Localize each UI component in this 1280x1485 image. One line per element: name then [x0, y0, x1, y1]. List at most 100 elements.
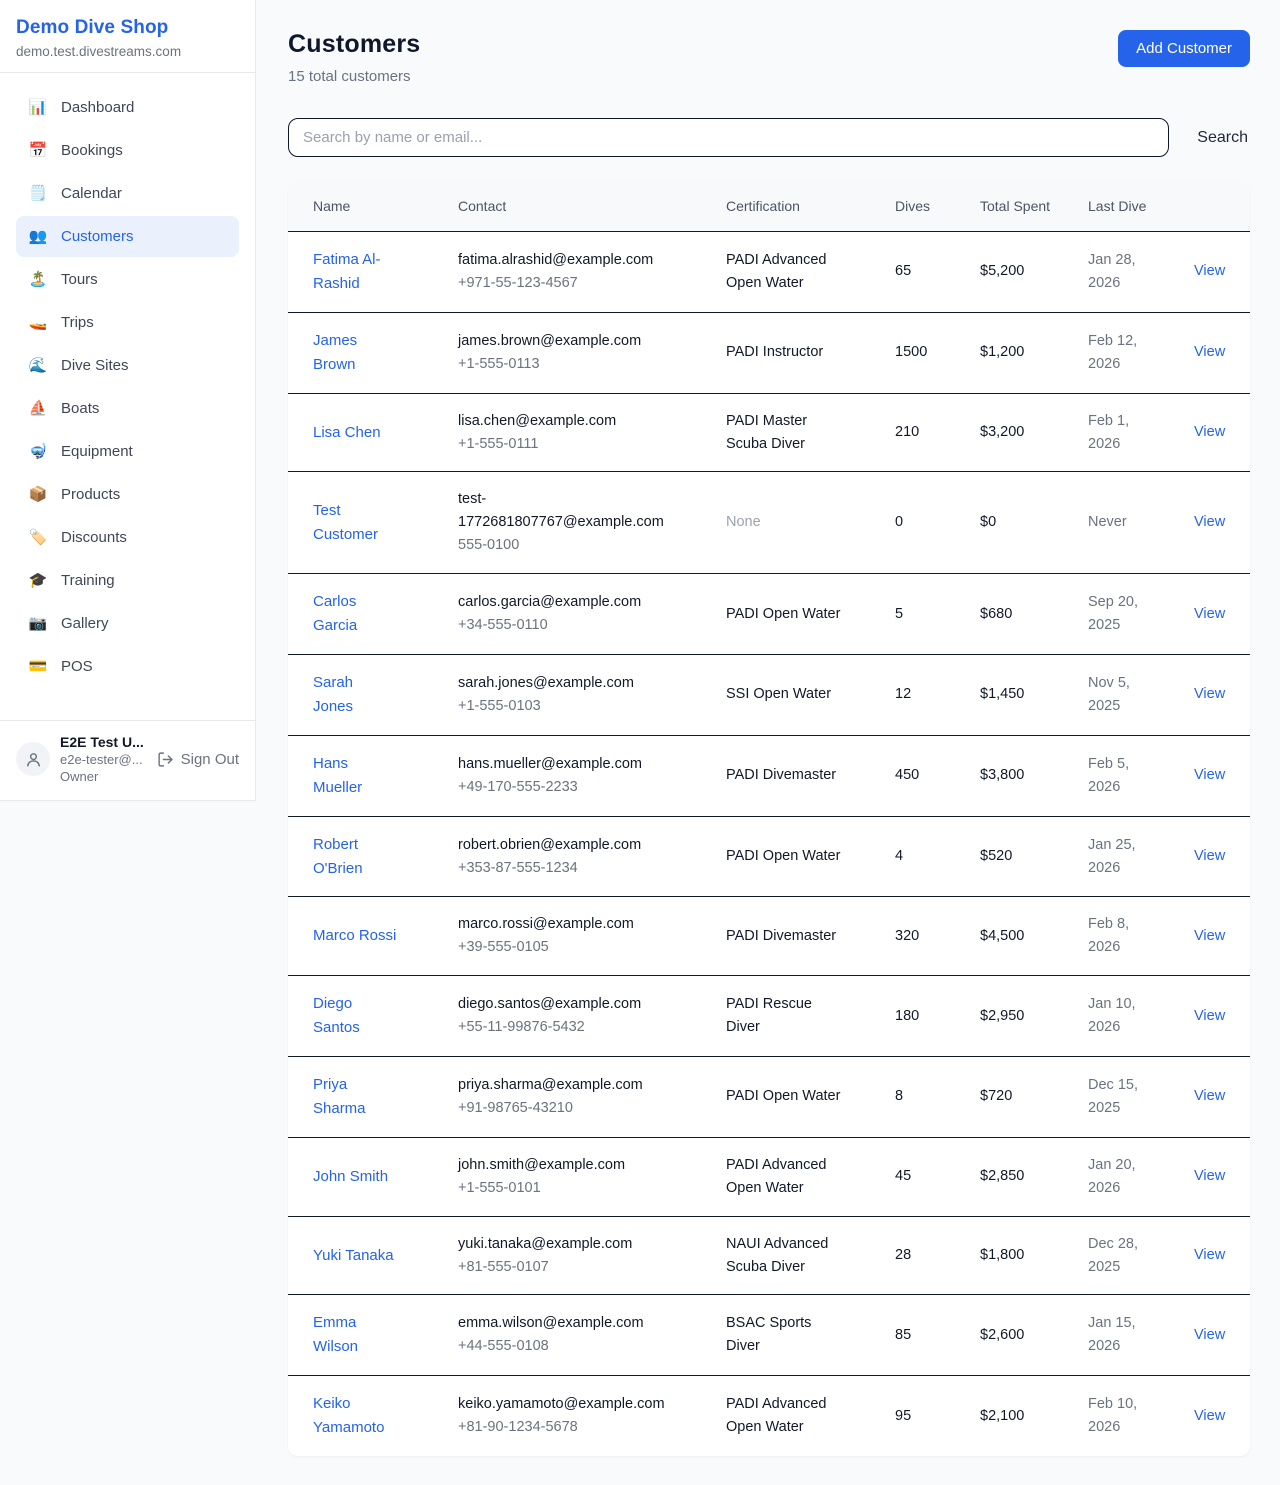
brand-domain: demo.test.divestreams.com	[16, 44, 239, 59]
column-header-dives: Dives	[871, 182, 956, 232]
customer-email: diego.santos@example.com	[458, 993, 668, 1016]
sidebar-nav-item[interactable]: 👥 Customers	[16, 216, 239, 257]
customer-email: john.smith@example.com	[458, 1154, 668, 1177]
customer-name-link[interactable]: Diego Santos	[313, 995, 360, 1036]
customer-total-spent: $720	[980, 1088, 1012, 1104]
customer-name-link[interactable]: Lisa Chen	[313, 424, 381, 441]
customer-total-spent: $1,800	[980, 1247, 1024, 1263]
customer-dives: 180	[895, 1008, 919, 1024]
customer-dives: 12	[895, 686, 911, 702]
sidebar-nav-item[interactable]: 📊 Dashboard	[16, 87, 239, 128]
view-customer-link[interactable]: View	[1194, 1247, 1225, 1263]
customer-dives: 85	[895, 1327, 911, 1343]
sidebar-nav-item-label: Dive Sites	[61, 355, 129, 376]
customer-name-link[interactable]: Yuki Tanaka	[313, 1247, 394, 1264]
sidebar-nav-item[interactable]: 🚤 Trips	[16, 302, 239, 343]
sign-out-label: Sign Out	[181, 751, 239, 768]
customer-last-dive: Feb 10, 2026	[1088, 1396, 1137, 1435]
customer-total-spent: $2,100	[980, 1408, 1024, 1424]
customers-people-icon: 👥	[28, 226, 48, 247]
sidebar-nav-item[interactable]: 📦 Products	[16, 474, 239, 515]
customer-dives: 45	[895, 1168, 911, 1184]
customer-name-link[interactable]: Fatima Al-Rashid	[313, 251, 381, 292]
customer-phone: +49-170-555-2233	[458, 776, 668, 799]
customer-email: fatima.alrashid@example.com	[458, 249, 668, 272]
customers-table-card: Name Contact Certification Dives Total S…	[288, 182, 1250, 1456]
view-customer-link[interactable]: View	[1194, 1168, 1225, 1184]
customer-name-link[interactable]: James Brown	[313, 332, 357, 373]
search-button[interactable]: Search	[1195, 123, 1250, 153]
sidebar-nav-item[interactable]: 📅 Bookings	[16, 130, 239, 171]
customer-last-dive: Jan 25, 2026	[1088, 837, 1136, 876]
customer-phone: +353-87-555-1234	[458, 857, 668, 880]
customer-email: emma.wilson@example.com	[458, 1312, 668, 1335]
view-customer-link[interactable]: View	[1194, 1008, 1225, 1024]
customer-name-link[interactable]: Test Customer	[313, 502, 378, 543]
sidebar-nav-item[interactable]: 🗒️ Calendar	[16, 173, 239, 214]
sidebar-nav-item-label: Dashboard	[61, 97, 134, 118]
view-customer-link[interactable]: View	[1194, 928, 1225, 944]
customer-certification: NAUI Advanced Scuba Diver	[726, 1236, 828, 1275]
customer-name-link[interactable]: Robert O'Brien	[313, 836, 363, 877]
customer-certification: PADI Divemaster	[726, 928, 836, 944]
view-customer-link[interactable]: View	[1194, 424, 1225, 440]
table-body: Fatima Al-Rashid fatima.alrashid@example…	[288, 232, 1250, 1457]
customer-total-spent: $520	[980, 848, 1012, 864]
customer-phone: +1-555-0111	[458, 433, 668, 456]
customer-name-link[interactable]: Carlos Garcia	[313, 593, 357, 634]
customer-name-link[interactable]: Sarah Jones	[313, 674, 353, 715]
sidebar-nav-item-label: Trips	[61, 312, 94, 333]
view-customer-link[interactable]: View	[1194, 1088, 1225, 1104]
bookings-calendar-icon: 📅	[28, 140, 48, 161]
search-input[interactable]	[288, 118, 1169, 157]
add-customer-button[interactable]: Add Customer	[1118, 30, 1250, 67]
customer-name-link[interactable]: Emma Wilson	[313, 1314, 358, 1355]
table-row: Marco Rossi marco.rossi@example.com +39-…	[288, 897, 1250, 976]
customer-name-link[interactable]: Hans Mueller	[313, 755, 362, 796]
view-customer-link[interactable]: View	[1194, 1408, 1225, 1424]
customer-phone: +39-555-0105	[458, 936, 668, 959]
view-customer-link[interactable]: View	[1194, 767, 1225, 783]
sidebar-nav-item[interactable]: 💳 POS	[16, 646, 239, 687]
customer-email: marco.rossi@example.com	[458, 913, 668, 936]
customer-total-spent: $680	[980, 606, 1012, 622]
sidebar-nav-item[interactable]: ⛵ Boats	[16, 388, 239, 429]
sidebar-nav-item[interactable]: 🏷️ Discounts	[16, 517, 239, 558]
sidebar-nav-item-label: Customers	[61, 226, 134, 247]
sidebar-nav-item[interactable]: 🌊 Dive Sites	[16, 345, 239, 386]
equipment-mask-icon: 🤿	[28, 441, 48, 462]
user-meta: E2E Test U... e2e-tester@... Owner	[60, 734, 144, 784]
view-customer-link[interactable]: View	[1194, 686, 1225, 702]
column-header-total-spent: Total Spent	[956, 182, 1064, 232]
table-row: Lisa Chen lisa.chen@example.com +1-555-0…	[288, 393, 1250, 472]
sidebar-nav-item-label: Gallery	[61, 613, 109, 634]
customer-name-link[interactable]: John Smith	[313, 1168, 388, 1185]
column-header-contact: Contact	[433, 182, 701, 232]
customer-phone: +81-90-1234-5678	[458, 1416, 668, 1439]
table-row: Carlos Garcia carlos.garcia@example.com …	[288, 574, 1250, 655]
view-customer-link[interactable]: View	[1194, 848, 1225, 864]
user-name: E2E Test U...	[60, 734, 144, 750]
calendar-notepad-icon: 🗒️	[28, 183, 48, 204]
customer-certification: PADI Advanced Open Water	[726, 252, 827, 291]
sidebar-nav-item-label: Calendar	[61, 183, 122, 204]
sidebar-nav-item[interactable]: 🏝️ Tours	[16, 259, 239, 300]
customer-name-link[interactable]: Marco Rossi	[313, 927, 396, 944]
sign-out-button[interactable]: Sign Out	[157, 751, 239, 768]
customer-name-link[interactable]: Priya Sharma	[313, 1076, 366, 1117]
sidebar-nav-item[interactable]: 📷 Gallery	[16, 603, 239, 644]
products-box-icon: 📦	[28, 484, 48, 505]
view-customer-link[interactable]: View	[1194, 606, 1225, 622]
customer-email: carlos.garcia@example.com	[458, 591, 668, 614]
view-customer-link[interactable]: View	[1194, 263, 1225, 279]
sidebar-nav-item-label: Products	[61, 484, 120, 505]
user-section: E2E Test U... e2e-tester@... Owner Sign …	[0, 720, 255, 800]
sidebar-nav-item[interactable]: 🎓 Training	[16, 560, 239, 601]
view-customer-link[interactable]: View	[1194, 514, 1225, 530]
discounts-tag-icon: 🏷️	[28, 527, 48, 548]
customer-name-link[interactable]: Keiko Yamamoto	[313, 1395, 384, 1436]
customer-email: keiko.yamamoto@example.com	[458, 1393, 668, 1416]
sidebar-nav-item[interactable]: 🤿 Equipment	[16, 431, 239, 472]
view-customer-link[interactable]: View	[1194, 1327, 1225, 1343]
view-customer-link[interactable]: View	[1194, 344, 1225, 360]
